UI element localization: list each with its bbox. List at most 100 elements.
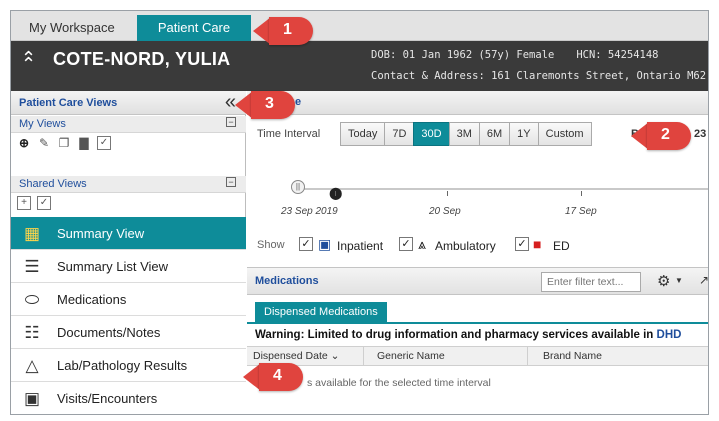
copy-icon[interactable]: ❐	[57, 136, 71, 150]
sidebar-title: Patient Care Views	[19, 97, 118, 109]
patient-name: COTE-NORD, YULIA	[53, 49, 231, 69]
time-button-7d[interactable]: 7D	[384, 122, 415, 146]
time-button-6m[interactable]: 6M	[478, 122, 511, 146]
timeline-tick	[581, 191, 582, 196]
time-interval-label: Time Interval	[257, 128, 321, 140]
flask-icon: △	[25, 356, 39, 375]
page-title: e	[295, 96, 302, 108]
column-brand-name[interactable]: Brand Name	[543, 350, 602, 362]
walking-person-icon: ⩓	[418, 236, 426, 252]
show-label: Show	[257, 239, 285, 251]
my-views-label: My Views	[19, 118, 66, 130]
warning-message: Warning: Limited to drug information and…	[255, 329, 681, 341]
patient-dob: DOB: 01 Jan 1962 (57y) Female	[371, 49, 555, 61]
callout-body: 3	[251, 91, 295, 119]
ambulatory-label: Ambulatory	[435, 239, 496, 253]
app-window: My Workspace Patient Care ⌃ ⌃ COTE-NORD, …	[10, 10, 709, 415]
double-chevron-up-icon[interactable]: ⌃ ⌃	[21, 49, 36, 85]
ambulatory-checkbox[interactable]: ✓	[399, 237, 413, 251]
warning-text: Warning: Limited to drug information and…	[255, 329, 657, 341]
time-button-custom[interactable]: Custom	[537, 122, 592, 146]
add-icon[interactable]: ⊕	[17, 136, 31, 150]
pills-icon: ⬭	[24, 290, 40, 309]
sidebar-item-label: Summary View	[57, 226, 145, 241]
sidebar-item-label: Summary List View	[57, 259, 169, 274]
medications-header: Medications ⚙ ▼ ↗	[247, 267, 708, 295]
my-views-toolbar: ⊕ ✎ ❐ ▇ ✓	[17, 134, 111, 152]
gear-icon[interactable]: ⚙	[657, 272, 670, 290]
table-header: Dispensed Date ⌄ Generic Name Brand Name	[247, 346, 708, 366]
main-title-bar: e	[247, 91, 708, 115]
time-range-end: 23	[694, 128, 707, 140]
checkbox-icon[interactable]: ✓	[97, 136, 111, 150]
top-tab-bar: My Workspace Patient Care	[11, 11, 708, 41]
delete-icon[interactable]: ▇	[77, 136, 91, 150]
edit-icon[interactable]: ✎	[37, 136, 51, 150]
shared-views-label: Shared Views	[19, 178, 87, 190]
sidebar-item-summary-list-view[interactable]: ☰ Summary List View	[11, 250, 246, 283]
callout-body: 1	[269, 17, 313, 45]
inpatient-checkbox[interactable]: ✓	[299, 237, 313, 251]
filter-input[interactable]	[541, 272, 641, 292]
sidebar-item-medications[interactable]: ⬭ Medications	[11, 283, 246, 316]
ambulance-icon: ■	[533, 236, 542, 252]
sidebar-item-lab-pathology-results[interactable]: △ Lab/Pathology Results	[11, 349, 246, 382]
chevron-down-icon[interactable]: ▼	[675, 276, 683, 285]
timeline-date: 23 Sep 2019	[281, 206, 338, 217]
time-interval-buttons: Today 7D 30D 3M 6M 1Y Custom	[340, 122, 592, 146]
patient-demographics: DOB: 01 Jan 1962 (57y) Female HCN: 542541…	[371, 49, 659, 61]
hospital-icon: ▣	[318, 236, 332, 252]
ed-checkbox[interactable]: ✓	[515, 237, 529, 251]
time-button-30d[interactable]: 30D	[413, 122, 450, 146]
sidebar-item-documents-notes[interactable]: ☷ Documents/Notes	[11, 316, 246, 349]
callout-number: 1	[283, 21, 292, 38]
sidebar-item-summary-view[interactable]: ▦ Summary View	[11, 217, 246, 250]
patient-hcn: HCN: 54254148	[576, 49, 659, 61]
ed-label: ED	[553, 239, 570, 253]
list-icon: ☰	[24, 257, 40, 276]
my-views-section: My Views −	[11, 116, 246, 133]
callout-number: 2	[661, 126, 670, 143]
callout-number: 3	[265, 95, 274, 112]
sidebar-item-label: Documents/Notes	[57, 325, 161, 340]
shared-views-section: Shared Views −	[11, 176, 246, 193]
document-icon: ☷	[24, 323, 40, 342]
patient-header: ⌃ ⌃ COTE-NORD, YULIA DOB: 01 Jan 1962 (57…	[11, 41, 708, 91]
tab-patient-care[interactable]: Patient Care	[137, 15, 251, 41]
add-icon[interactable]: +	[17, 196, 31, 210]
tab-underline	[247, 322, 708, 324]
column-dispensed-date[interactable]: Dispensed Date ⌄	[253, 350, 339, 362]
column-label: Dispensed Date	[253, 350, 328, 362]
sort-desc-icon: ⌄	[330, 350, 340, 362]
checkbox-icon[interactable]: ✓	[37, 196, 51, 210]
patient-contact: Contact & Address: 161 Claremonts Street…	[371, 70, 707, 82]
sidebar-item-label: Lab/Pathology Results	[57, 358, 188, 373]
timeline-handle-icon[interactable]: ||	[291, 180, 305, 194]
column-generic-name[interactable]: Generic Name	[377, 350, 445, 362]
expand-icon[interactable]: ↗	[699, 273, 708, 287]
building-icon: ▣	[23, 389, 41, 408]
time-button-3m[interactable]: 3M	[448, 122, 480, 146]
sidebar: Patient Care Views « My Views − ⊕ ✎ ❐ ▇ …	[11, 91, 246, 414]
timeline-tick	[447, 191, 448, 196]
callout-body: 2	[647, 122, 691, 150]
tab-my-workspace[interactable]: My Workspace	[17, 15, 127, 41]
collapse-section-icon[interactable]: −	[226, 177, 236, 187]
timeline-tick	[335, 191, 336, 196]
tab-dispensed-medications[interactable]: Dispensed Medications	[255, 302, 387, 322]
time-button-1y[interactable]: 1Y	[509, 122, 539, 146]
sidebar-item-label: Medications	[57, 292, 127, 307]
warning-link[interactable]: DHD	[657, 329, 682, 341]
medications-title: Medications	[255, 275, 319, 287]
sidebar-header: Patient Care Views «	[11, 91, 246, 115]
sidebar-item-visits-encounters[interactable]: ▣ Visits/Encounters	[11, 382, 246, 414]
callout-number: 4	[273, 367, 282, 384]
encounter-type-filter: Show ✓ ▣ Inpatient ✓ ⩓ Ambulatory ✓ ■ ED	[257, 236, 707, 257]
callout-body: 4	[259, 363, 303, 391]
grid-check-icon: ▦	[23, 224, 41, 243]
timeline-track	[297, 188, 708, 190]
time-button-today[interactable]: Today	[340, 122, 386, 146]
timeline-date: 20 Sep	[429, 206, 461, 217]
inpatient-label: Inpatient	[337, 239, 384, 253]
empty-state-text: s available for the selected time interv…	[307, 377, 491, 389]
